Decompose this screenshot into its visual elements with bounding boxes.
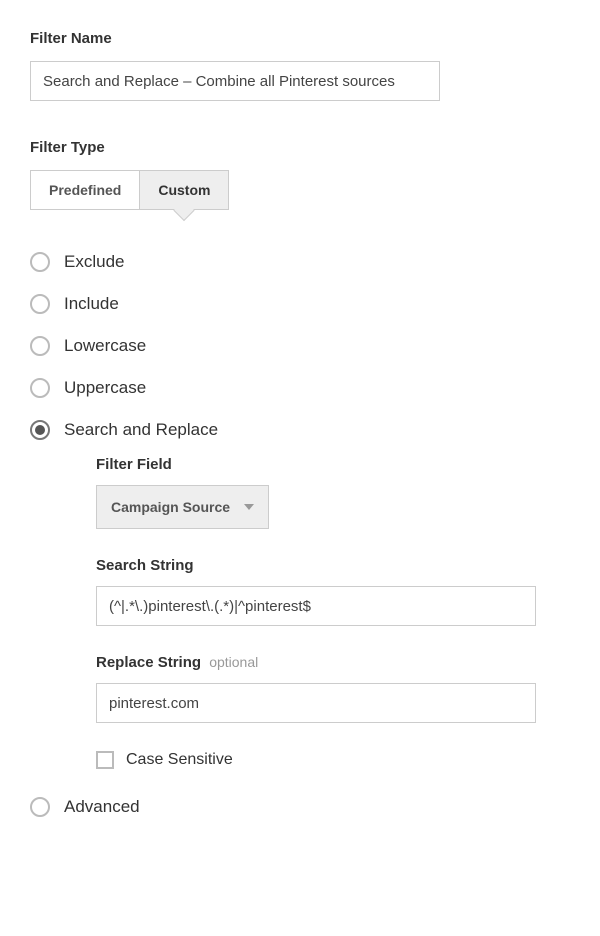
radio-row-include[interactable]: Include (30, 294, 570, 314)
replace-string-group: Replace String optional (96, 654, 570, 723)
replace-string-label-text: Replace String (96, 654, 201, 671)
radio-icon (30, 294, 50, 314)
radio-label-exclude: Exclude (64, 252, 124, 272)
filter-name-label: Filter Name (30, 30, 570, 47)
radio-icon (30, 252, 50, 272)
filter-name-input[interactable] (30, 61, 440, 101)
replace-string-label: Replace String optional (96, 654, 570, 671)
radio-icon (30, 378, 50, 398)
filter-field-dropdown[interactable]: Campaign Source (96, 485, 269, 529)
search-string-input[interactable] (96, 586, 536, 626)
replace-string-input[interactable] (96, 683, 536, 723)
replace-string-optional: optional (209, 654, 258, 670)
radio-icon (30, 420, 50, 440)
filter-type-section: Filter Type Predefined Custom Exclude In… (30, 139, 570, 817)
radio-label-advanced: Advanced (64, 797, 140, 817)
search-string-label: Search String (96, 557, 570, 574)
filter-type-tabs: Predefined Custom (30, 170, 229, 210)
filter-field-label: Filter Field (96, 456, 570, 473)
radio-row-uppercase[interactable]: Uppercase (30, 378, 570, 398)
radio-row-exclude[interactable]: Exclude (30, 252, 570, 272)
case-sensitive-row[interactable]: Case Sensitive (96, 751, 570, 769)
radio-label-include: Include (64, 294, 119, 314)
custom-radio-list: Exclude Include Lowercase Uppercase Sear… (30, 252, 570, 817)
checkbox-icon (96, 751, 114, 769)
filter-type-label: Filter Type (30, 139, 570, 156)
filter-field-group: Filter Field Campaign Source (96, 456, 570, 529)
search-replace-panel: Filter Field Campaign Source Search Stri… (96, 456, 570, 769)
radio-row-lowercase[interactable]: Lowercase (30, 336, 570, 356)
filter-field-value: Campaign Source (111, 499, 230, 515)
tab-predefined[interactable]: Predefined (31, 171, 139, 209)
radio-label-lowercase: Lowercase (64, 336, 146, 356)
radio-icon (30, 797, 50, 817)
filter-name-section: Filter Name (30, 30, 570, 101)
radio-row-advanced[interactable]: Advanced (30, 797, 570, 817)
radio-row-search-replace[interactable]: Search and Replace (30, 420, 570, 440)
radio-label-search-replace: Search and Replace (64, 420, 218, 440)
radio-icon (30, 336, 50, 356)
case-sensitive-label: Case Sensitive (126, 751, 233, 769)
radio-label-uppercase: Uppercase (64, 378, 146, 398)
search-string-group: Search String (96, 557, 570, 626)
tab-custom[interactable]: Custom (139, 171, 228, 209)
chevron-down-icon (244, 504, 254, 510)
